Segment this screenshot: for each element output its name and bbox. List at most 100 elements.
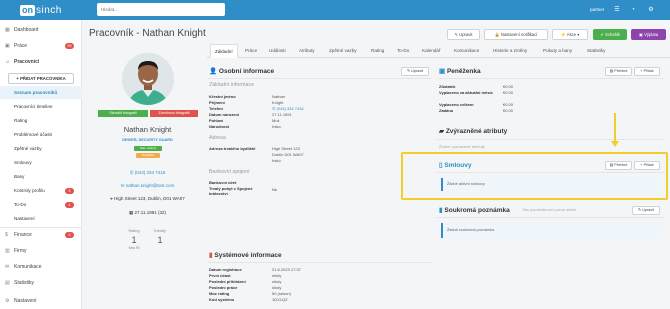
section-divider [437, 139, 665, 140]
wallet-row-value: €0.00 [503, 90, 514, 95]
section-divider [207, 78, 431, 79]
sidebar-item-dashboard[interactable]: ▦ Dashboard [0, 23, 82, 37]
sidebar-subitem-label: Smlouvy [14, 160, 32, 165]
tab-zakladni[interactable]: Základní [210, 44, 238, 58]
avatar [122, 53, 174, 105]
wallet-add-button[interactable]: + Přidat [634, 67, 660, 76]
page-title: Pracovník - Nathan Knight [89, 28, 206, 39]
notification-settings-button[interactable]: 🔒 Nastavení notifikací [484, 29, 548, 40]
note-edit-label: Upravit [642, 208, 655, 212]
notifications-icon[interactable]: ◔ [628, 5, 638, 15]
address-line: High Street 123 [272, 146, 300, 151]
tab-pokuty[interactable]: Pokuty a bany [543, 44, 572, 58]
sidebar-item-statistiky[interactable]: ▤ Statistiky [0, 276, 82, 290]
menu-icon[interactable]: ☰ [612, 5, 622, 15]
tab-todo[interactable]: To-Do [397, 44, 409, 58]
count-badge: 4 [65, 202, 74, 208]
user-menu[interactable]: partner [590, 7, 604, 12]
gear-icon: ⚙ [5, 298, 10, 304]
sidebar-subitem-problemy[interactable]: Problémové účasti [0, 128, 82, 141]
private-note-empty: Žádná soukromá poznámka. [441, 223, 662, 238]
tab-historie[interactable]: Historie a změny [493, 44, 527, 58]
rating-label: Rating [128, 229, 140, 233]
sidebar-item-label: Nastavení [14, 298, 37, 304]
sidebar-subitem-nastaveni[interactable]: Nastavení [0, 212, 82, 225]
approve-button[interactable]: ✔ Schválit [593, 29, 627, 40]
sidebar-item-label: Komunikace [14, 264, 42, 270]
sidebar: ▦ Dashboard ▣ Práce 99 ☺ Pracovníci + PŘ… [0, 20, 82, 309]
sidebar-subitem-timeline[interactable]: Pracovníci timeline [0, 100, 82, 113]
address-subtitle: Adresa [209, 135, 226, 141]
users-icon: ☺ [5, 59, 11, 65]
sidebar-item-settings[interactable]: ⚙ Nastavení [0, 294, 82, 308]
newcomer-badge: Nováček [136, 153, 160, 158]
actions-dropdown[interactable]: ⚡ Akce ▾ [552, 29, 588, 40]
rating-value: 1 [131, 235, 137, 245]
add-worker-button[interactable]: + PŘIDAT PRACOVNÍKA [8, 73, 74, 84]
tab-prace[interactable]: Práce [245, 44, 257, 58]
sidebar-subitem-todo[interactable]: To-Do 4 [0, 198, 82, 211]
sidebar-subitem-label: Pracovníci timeline [14, 104, 53, 109]
sidebar-subitem-kontroly[interactable]: Kontroly profilu 5 [0, 184, 82, 197]
rating-sublabel: New 99 [128, 246, 140, 250]
search-input[interactable] [97, 3, 225, 16]
field-label: Moc rating [209, 291, 230, 296]
tab-rating[interactable]: Rating [371, 44, 384, 58]
credits-label: Kredity [154, 229, 166, 233]
sidebar-item-firmy[interactable]: ▥ Firmy [0, 244, 82, 258]
sidebar-subitem-label: Problémové účasti [14, 132, 52, 137]
highlight-box [401, 152, 668, 200]
sidebar-subitem-seznam[interactable]: Seznam pracovníků [0, 86, 82, 99]
sidebar-subitem-smlouvy[interactable]: Smlouvy [0, 156, 82, 169]
mail-icon: ✉ [120, 183, 125, 188]
app-logo[interactable]: on sinch [20, 4, 62, 16]
field-value: nikdy [272, 285, 282, 290]
sidebar-subitem-label: Rating [14, 118, 28, 123]
sidebar-item-label: Statistiky [14, 280, 35, 286]
phone-field-value[interactable]: ✆ (043) 334 7416 [272, 106, 304, 111]
tab-statistiky[interactable]: Statistiky [587, 44, 605, 58]
address-line: Irsko [272, 158, 281, 163]
tab-kalendar[interactable]: Kalendář [422, 44, 440, 58]
sidebar-subitem-zpetne-vazby[interactable]: Zpětné vazby [0, 142, 82, 155]
personal-info-title-text: Osobní informace [218, 68, 275, 75]
sidebar-subitem-label: Bany [14, 174, 25, 179]
personal-edit-button[interactable]: ✎ Upravit [401, 67, 429, 76]
sidebar-item-label: Finance [14, 232, 32, 238]
approve-photo-button[interactable]: Schválit fotografii [98, 110, 148, 117]
briefcase-icon: ▣ [5, 43, 10, 49]
wallet-overview-button[interactable]: ▤ Přehled [605, 67, 632, 76]
worker-email[interactable]: ✉ nathan.knight@test.com [90, 183, 205, 189]
wallet-title: ▣ Peněženka [439, 67, 481, 75]
sidebar-subitem-bany[interactable]: Bany [0, 170, 82, 183]
tab-udalosti[interactable]: Události [269, 44, 286, 58]
sidebar-item-prace[interactable]: ▣ Práce 99 [0, 39, 82, 53]
attributes-title: ▰ Zvýrazněné atributy [439, 127, 507, 135]
edit-button[interactable]: ✎ Upravit [447, 29, 480, 40]
credits-value: 1 [157, 235, 163, 245]
tab-atributy[interactable]: Atributy [299, 44, 315, 58]
section-divider [207, 262, 431, 263]
sidebar-item-pracovnici[interactable]: ☺ Pracovníci [0, 55, 82, 69]
field-label: Pohlaví [209, 118, 224, 123]
field-value: 1DX1QZ [272, 297, 288, 302]
wallet-row-value: €0.00 [503, 102, 514, 107]
tab-zpetne-vazby[interactable]: Zpětné vazby [329, 44, 357, 58]
worker-name: Nathan Knight [123, 125, 172, 134]
note-edit-button[interactable]: ✎ Upravit [632, 206, 660, 215]
count-badge: 5 [65, 232, 74, 238]
user-icon: 👤 [209, 68, 218, 75]
sidebar-subitem-rating[interactable]: Rating [0, 114, 82, 127]
settings-icon[interactable]: ⚙ [646, 5, 656, 15]
field-value: nikdy [272, 273, 282, 278]
actions-label: Akce [566, 32, 577, 37]
sidebar-item-finance[interactable]: $ Finance 5 [0, 228, 82, 242]
sidebar-item-komunikace[interactable]: ✉ Komunikace [0, 260, 82, 274]
wallet-add-label: Přidat [643, 69, 654, 73]
reject-photo-button[interactable]: Zamítnout fotografii [150, 110, 198, 117]
payout-button[interactable]: ▣ Výplata [631, 29, 666, 40]
tab-komunikace[interactable]: Komunikace [454, 44, 479, 58]
worker-phone[interactable]: ✆ (043) 334 7416 [90, 170, 205, 176]
field-value: Knight [272, 100, 284, 105]
private-note-subtitle: Tato poznámka není pouze admin [522, 208, 576, 212]
